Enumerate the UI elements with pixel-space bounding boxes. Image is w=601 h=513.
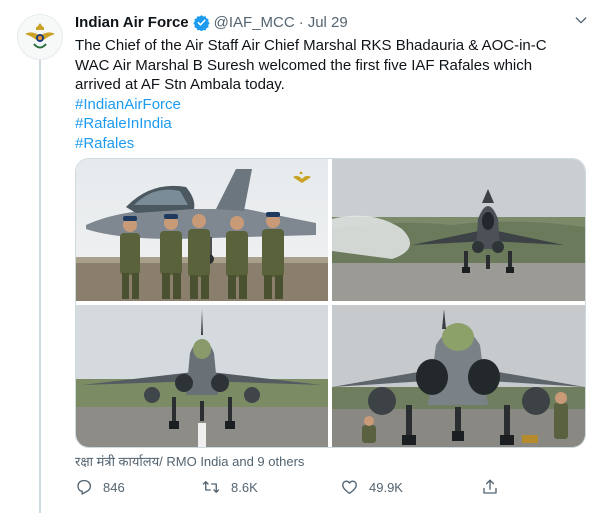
media-photo-officers-with-rafale[interactable] xyxy=(76,159,328,301)
avatar[interactable] xyxy=(17,14,63,60)
tagged-users-text: रक्षा मंत्री कार्यालय/ RMO India and 9 o… xyxy=(75,454,305,469)
reply-count: 846 xyxy=(103,479,125,495)
share-button[interactable] xyxy=(481,478,509,496)
tweet-date[interactable]: Jul 29 xyxy=(308,14,348,31)
media-photo-rafale-front-view[interactable] xyxy=(76,305,328,447)
retweet-count: 8.6K xyxy=(231,479,258,495)
hashtag-link[interactable]: #Rafales xyxy=(75,134,575,154)
thread-line xyxy=(39,60,41,513)
author-name[interactable]: Indian Air Force xyxy=(75,14,189,31)
tweet-text: The Chief of the Air Staff Air Chief Mar… xyxy=(75,36,575,153)
media-photo-rafale-front-with-crew[interactable] xyxy=(332,305,585,447)
like-count: 49.9K xyxy=(369,479,403,495)
iaf-emblem-icon xyxy=(25,23,55,49)
retweet-button[interactable]: 8.6K xyxy=(201,478,258,496)
like-button[interactable]: 49.9K xyxy=(340,478,403,496)
hashtag-link[interactable]: #RafaleInIndia xyxy=(75,114,575,134)
share-icon xyxy=(483,479,497,494)
hashtag-link[interactable]: #IndianAirForce xyxy=(75,95,575,115)
tweet-actions: 846 8.6K 49.9K xyxy=(75,478,505,500)
reply-button[interactable]: 846 xyxy=(75,478,125,496)
media-grid xyxy=(75,158,586,448)
chevron-down-icon xyxy=(575,17,587,24)
reply-icon xyxy=(77,479,92,495)
tweet-text-line: arrived at AF Stn Ambala today. xyxy=(75,76,285,93)
media-photo-rafale-landing[interactable] xyxy=(332,159,585,301)
author-handle[interactable]: @IAF_MCC xyxy=(214,14,295,31)
header-separator: · xyxy=(298,13,304,31)
more-options-button[interactable] xyxy=(573,12,589,28)
retweet-icon xyxy=(202,481,220,493)
tagged-users[interactable]: रक्षा मंत्री कार्यालय/ RMO India and 9 o… xyxy=(75,452,304,470)
tweet-text-line: The Chief of the Air Staff Air Chief Mar… xyxy=(75,37,547,54)
tweet-text-line: WAC Air Marshal B Suresh welcomed the fi… xyxy=(75,56,533,74)
like-icon xyxy=(342,480,357,495)
verified-badge-icon xyxy=(192,14,210,31)
tweet-header: Indian Air Force @IAF_MCC · Jul 29 xyxy=(75,12,348,32)
